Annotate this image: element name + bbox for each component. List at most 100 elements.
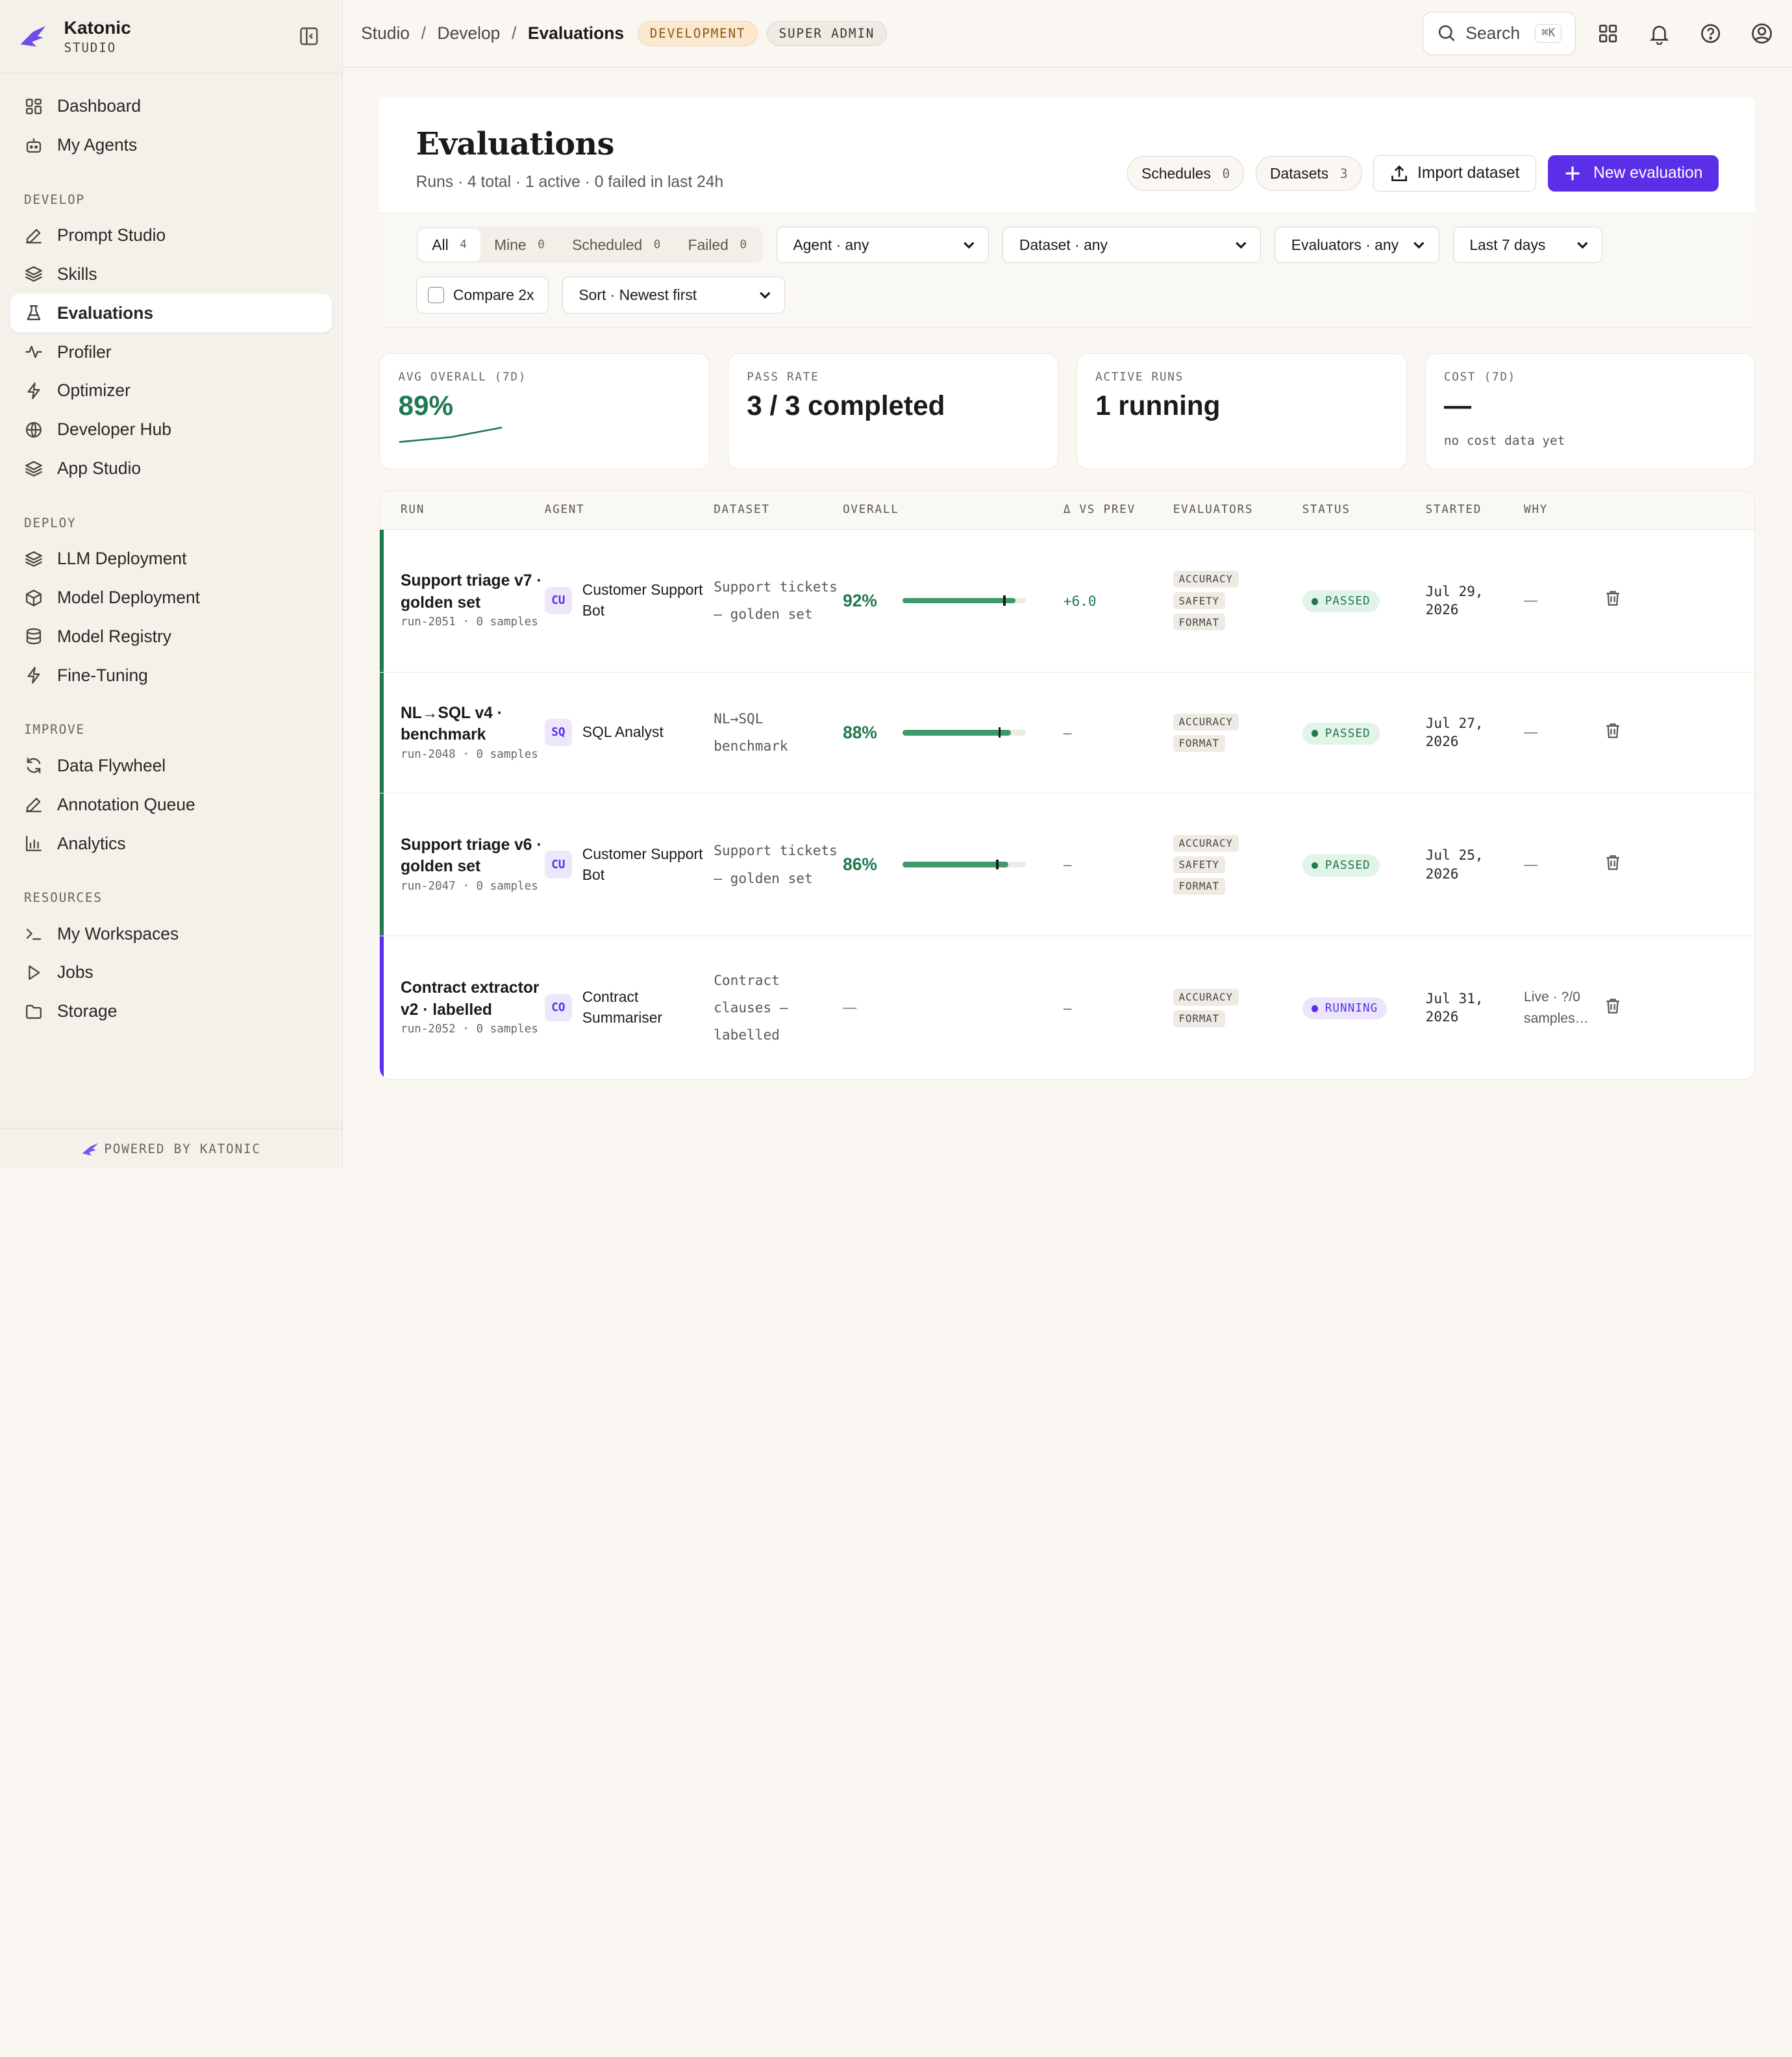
overall-score: 86%: [843, 854, 877, 875]
activity-icon: [25, 345, 42, 358]
delete-run-button[interactable]: [1604, 997, 1638, 1019]
header-run[interactable]: RUN: [401, 503, 545, 516]
header-dataset[interactable]: DATASET: [714, 503, 843, 516]
evaluators-filter-select[interactable]: Evaluators · any: [1275, 226, 1439, 264]
tab-all[interactable]: All 4: [418, 229, 480, 261]
table-row[interactable]: Support triage v7 · golden set run-2051 ·…: [380, 529, 1755, 673]
sidebar-item-storage[interactable]: Storage: [10, 992, 332, 1031]
header-why[interactable]: WHY: [1524, 503, 1604, 516]
agent-cell: CU Customer Support Bot: [544, 580, 714, 621]
header-overall[interactable]: OVERALL: [843, 503, 1064, 516]
run-name[interactable]: NL→SQL v4 · benchmark: [401, 703, 545, 746]
help-icon[interactable]: [1699, 22, 1722, 45]
delete-run-button[interactable]: [1604, 589, 1638, 612]
table-row[interactable]: Contract extractor v2 · labelled run-2052…: [380, 936, 1754, 1080]
tab-scheduled[interactable]: Scheduled 0: [558, 229, 675, 260]
sidebar-item-profiler[interactable]: Profiler: [10, 332, 332, 371]
sidebar-item-model-deployment[interactable]: Model Deployment: [10, 579, 332, 617]
sidebar-item-evaluations[interactable]: Evaluations: [10, 293, 332, 333]
nav-section-improve: IMPROVE: [23, 722, 85, 738]
delete-run-button[interactable]: [1604, 721, 1638, 744]
datasets-label: Datasets: [1269, 164, 1329, 182]
sidebar-item-data-flywheel[interactable]: Data Flywheel: [10, 746, 332, 785]
sidebar-item-developer-hub[interactable]: Developer Hub: [10, 410, 332, 449]
sidebar-item-my-workspaces[interactable]: My Workspaces: [10, 914, 332, 953]
sidebar-item-optimizer[interactable]: Optimizer: [10, 371, 332, 410]
trash-icon: [1606, 723, 1619, 738]
date-range-select[interactable]: Last 7 days: [1452, 226, 1603, 264]
sidebar-item-jobs[interactable]: Jobs: [10, 953, 332, 992]
sidebar-item-analytics[interactable]: Analytics: [10, 824, 332, 863]
globe-icon: [25, 421, 42, 438]
sidebar-item-app-studio[interactable]: App Studio: [10, 449, 332, 488]
crumb-develop[interactable]: Develop: [438, 23, 501, 44]
status-dot: [1311, 862, 1319, 869]
tab-mine[interactable]: Mine 0: [480, 229, 558, 260]
search-button[interactable]: Search ⌘K: [1423, 11, 1576, 55]
sidebar-item-model-registry[interactable]: Model Registry: [10, 617, 332, 656]
sidebar-item-annotation-queue[interactable]: Annotation Queue: [10, 785, 332, 824]
dataset-filter-value: Dataset · any: [1019, 236, 1108, 253]
run-meta: run-2047 · 0 samples: [400, 879, 538, 893]
status-badge: PASSED: [1302, 722, 1380, 745]
delete-run-button[interactable]: [1604, 853, 1638, 876]
overall-score: 88%: [843, 722, 877, 742]
import-dataset-button[interactable]: Import dataset: [1373, 155, 1537, 192]
bar-chart-icon: [25, 836, 42, 851]
header-started[interactable]: STARTED: [1426, 503, 1524, 516]
delta-value: —: [1063, 724, 1072, 741]
evaluator-tag: SAFETY: [1173, 856, 1225, 873]
upload-icon: [1391, 165, 1407, 181]
table-row[interactable]: NL→SQL v4 · benchmark run-2048 · 0 sample…: [380, 672, 1755, 794]
edit-icon: [25, 229, 42, 243]
avg-overall-card: AVG OVERALL (7D) 89%: [379, 353, 710, 470]
run-name[interactable]: Contract extractor v2 · labelled: [401, 977, 545, 1021]
user-avatar-icon[interactable]: [1750, 22, 1773, 45]
overall-progress-bar: [902, 727, 1026, 738]
datasets-button[interactable]: Datasets 3: [1255, 155, 1362, 192]
sidebar-item-prompt-studio[interactable]: Prompt Studio: [10, 216, 332, 255]
header-agent[interactable]: AGENT: [545, 503, 714, 516]
delta-value: —: [1063, 856, 1072, 873]
bell-icon[interactable]: [1648, 22, 1671, 45]
started-date: Jul 27, 2026: [1425, 715, 1484, 750]
sidebar-item-skills[interactable]: Skills: [10, 255, 332, 294]
sidebar-item-my-agents[interactable]: My Agents: [10, 126, 332, 165]
evaluator-tag: FORMAT: [1173, 734, 1225, 752]
evaluator-tag: FORMAT: [1173, 1010, 1225, 1027]
crumb-studio[interactable]: Studio: [361, 23, 410, 44]
started-date: Jul 29, 2026: [1425, 582, 1484, 618]
checkbox-box[interactable]: [428, 287, 444, 303]
sidebar-item-label: Evaluations: [56, 303, 154, 323]
header-evaluators[interactable]: EVALUATORS: [1173, 503, 1302, 516]
status-dot: [1311, 1005, 1319, 1012]
sort-select[interactable]: Sort · Newest first: [562, 277, 785, 314]
tab-failed[interactable]: Failed 0: [674, 229, 760, 260]
sidebar-item-llm-deployment[interactable]: LLM Deployment: [10, 540, 332, 579]
cost-label: COST (7D): [1443, 370, 1517, 384]
overall-cell: —: [843, 1000, 1064, 1016]
apps-grid-icon[interactable]: [1597, 22, 1619, 45]
overall-threshold-tick: [996, 859, 999, 870]
table-row[interactable]: Support triage v6 · golden set run-2047 ·…: [380, 793, 1755, 937]
run-name[interactable]: Support triage v6 · golden set: [401, 834, 545, 878]
chevron-down-icon: [759, 292, 771, 299]
started-date: Jul 25, 2026: [1425, 847, 1484, 882]
sidebar-item-label: Optimizer: [56, 380, 131, 401]
collapse-sidebar-icon[interactable]: [299, 26, 319, 47]
stats-row: AVG OVERALL (7D) 89% PASS RATE 3 / 3 com…: [343, 327, 1792, 470]
sidebar-item-dashboard[interactable]: Dashboard: [10, 87, 332, 126]
sidebar-item-fine-tuning[interactable]: Fine-Tuning: [10, 656, 332, 695]
run-name[interactable]: Support triage v7 · golden set: [401, 570, 545, 614]
agent-filter-select[interactable]: Agent · any: [776, 226, 989, 264]
bolt-icon: [27, 667, 40, 684]
header-delta[interactable]: Δ VS PREV: [1064, 503, 1173, 516]
schedules-button[interactable]: Schedules 0: [1126, 155, 1245, 192]
flask-icon: [27, 305, 41, 321]
new-evaluation-button[interactable]: New evaluation: [1547, 155, 1719, 192]
dataset-filter-select[interactable]: Dataset · any: [1002, 226, 1262, 264]
started-date: Jul 31, 2026: [1425, 990, 1484, 1025]
header-status[interactable]: STATUS: [1302, 503, 1426, 516]
compare-checkbox[interactable]: Compare 2x: [416, 277, 549, 314]
sidebar-item-label: Storage: [56, 1001, 118, 1021]
